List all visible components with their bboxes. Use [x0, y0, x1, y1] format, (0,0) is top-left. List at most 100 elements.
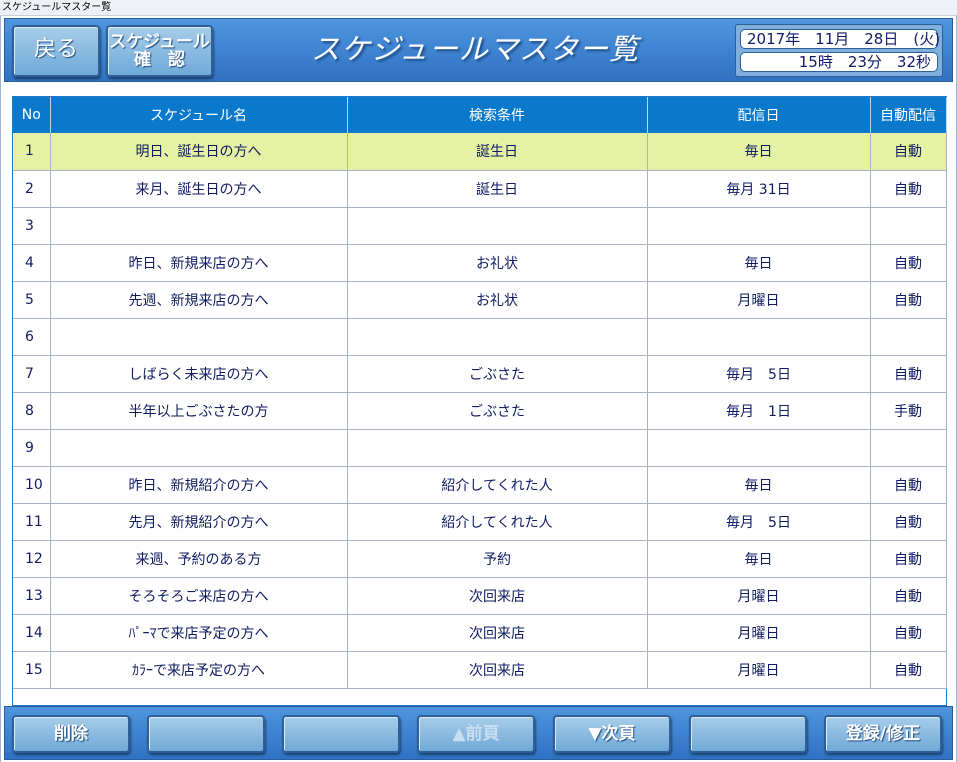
cell-search-condition: 次回来店 — [347, 614, 648, 652]
cell-schedule-name: そろそろご来店の方へ — [50, 577, 348, 615]
table-row[interactable]: 3 — [13, 207, 947, 245]
cell-schedule-name: しばらく未来店の方へ — [50, 355, 348, 393]
cell-auto-delivery: 自動 — [870, 355, 947, 393]
cell-no: 1 — [13, 133, 51, 171]
footer-button-blank-3[interactable] — [689, 715, 807, 753]
cell-delivery-date: 毎日 — [647, 133, 871, 171]
current-date: 2017年 11月 28日 (火) — [740, 29, 940, 49]
cell-search-condition: 誕生日 — [347, 170, 648, 208]
schedule-table-container: No スケジュール名 検索条件 配信日 自動配信 1 明日、誕生日の方へ 誕生日 毎日… — [12, 96, 947, 706]
delete-button[interactable]: 削除 — [12, 715, 130, 753]
cell-no: 8 — [13, 392, 51, 430]
table-row[interactable]: 6 — [13, 318, 947, 356]
cell-auto-delivery: 自動 — [870, 133, 947, 171]
current-time: 15時 23分 32秒 — [740, 52, 938, 72]
cell-auto-delivery — [870, 429, 947, 467]
cell-search-condition: 次回来店 — [347, 577, 648, 615]
cell-search-condition: 次回来店 — [347, 651, 648, 689]
cell-auto-delivery: 自動 — [870, 281, 947, 319]
cell-delivery-date: 毎日 — [647, 466, 871, 504]
table-row[interactable]: 1 明日、誕生日の方へ 誕生日 毎日 自動 — [13, 133, 947, 171]
cell-no: 5 — [13, 281, 51, 319]
header-bar: 戻る スケジュール 確 認 スケジュールマスター覧 2017年 11月 28日 … — [4, 18, 953, 82]
cell-search-condition — [347, 318, 648, 356]
cell-search-condition — [347, 429, 648, 467]
table-row[interactable]: 11 先月、新規紹介の方へ 紹介してくれた人 毎月 5日 自動 — [13, 503, 947, 541]
cell-delivery-date: 月曜日 — [647, 577, 871, 615]
cell-schedule-name: 半年以上ごぶさたの方 — [50, 392, 348, 430]
cell-auto-delivery: 自動 — [870, 540, 947, 578]
table-row[interactable]: 4 昨日、新規来店の方へ お礼状 毎日 自動 — [13, 244, 947, 282]
cell-delivery-date: 月曜日 — [647, 281, 871, 319]
prev-page-button[interactable]: ▲前頁 — [417, 715, 535, 753]
table-row[interactable]: 8 半年以上ごぶさたの方 ごぶさた 毎月 1日 手動 — [13, 392, 947, 430]
cell-delivery-date: 毎月 31日 — [647, 170, 871, 208]
next-page-button[interactable]: ▼次頁 — [553, 715, 671, 753]
cell-search-condition: ごぶさた — [347, 392, 648, 430]
cell-auto-delivery: 自動 — [870, 577, 947, 615]
cell-no: 4 — [13, 244, 51, 282]
cell-delivery-date — [647, 207, 871, 245]
page-title: スケジュールマスター覧 — [311, 32, 639, 66]
table-row[interactable]: 2 来月、誕生日の方へ 誕生日 毎月 31日 自動 — [13, 170, 947, 208]
cell-search-condition: 予約 — [347, 540, 648, 578]
column-header-search-condition: 検索条件 — [347, 97, 648, 133]
cell-schedule-name: ｶﾗｰで来店予定の方へ — [50, 651, 348, 689]
table-row[interactable]: 7 しばらく未来店の方へ ごぶさた 毎月 5日 自動 — [13, 355, 947, 393]
cell-delivery-date: 毎日 — [647, 540, 871, 578]
column-header-schedule-name: スケジュール名 — [50, 97, 348, 133]
cell-search-condition: ごぶさた — [347, 355, 648, 393]
cell-search-condition: 紹介してくれた人 — [347, 503, 648, 541]
cell-schedule-name — [50, 207, 348, 245]
cell-auto-delivery: 自動 — [870, 466, 947, 504]
cell-auto-delivery: 自動 — [870, 651, 947, 689]
cell-schedule-name: 来月、誕生日の方へ — [50, 170, 348, 208]
back-button[interactable]: 戻る — [12, 25, 100, 77]
schedule-confirm-label-line2: 確 認 — [134, 50, 185, 70]
cell-schedule-name: 先週、新規来店の方へ — [50, 281, 348, 319]
cell-no: 12 — [13, 540, 51, 578]
cell-delivery-date: 毎月 5日 — [647, 355, 871, 393]
footer-bar: 削除 ▲前頁 ▼次頁 登録/修正 — [4, 706, 953, 760]
cell-auto-delivery: 自動 — [870, 614, 947, 652]
cell-schedule-name: 来週、予約のある方 — [50, 540, 348, 578]
cell-no: 14 — [13, 614, 51, 652]
table-row[interactable]: 10 昨日、新規紹介の方へ 紹介してくれた人 毎日 自動 — [13, 466, 947, 504]
cell-auto-delivery — [870, 207, 947, 245]
cell-delivery-date — [647, 429, 871, 467]
column-header-no: No — [13, 97, 51, 133]
cell-auto-delivery: 自動 — [870, 503, 947, 541]
cell-no: 11 — [13, 503, 51, 541]
cell-search-condition — [347, 207, 648, 245]
column-header-delivery-date: 配信日 — [647, 97, 871, 133]
column-header-auto-delivery: 自動配信 — [870, 97, 947, 133]
table-header-row: No スケジュール名 検索条件 配信日 自動配信 — [13, 97, 947, 133]
cell-no: 2 — [13, 170, 51, 208]
window-title: スケジュールマスター覧 — [0, 0, 957, 16]
table-row[interactable]: 5 先週、新規来店の方へ お礼状 月曜日 自動 — [13, 281, 947, 319]
cell-delivery-date: 毎日 — [647, 244, 871, 282]
cell-schedule-name: 先月、新規紹介の方へ — [50, 503, 348, 541]
table-row[interactable]: 15 ｶﾗｰで来店予定の方へ 次回来店 月曜日 自動 — [13, 651, 947, 689]
cell-no: 3 — [13, 207, 51, 245]
cell-delivery-date: 月曜日 — [647, 614, 871, 652]
cell-delivery-date: 毎月 1日 — [647, 392, 871, 430]
schedule-confirm-label-line1: スケジュール — [109, 32, 210, 52]
table-row[interactable]: 14 ﾊﾟｰﾏで来店予定の方へ 次回来店 月曜日 自動 — [13, 614, 947, 652]
cell-no: 10 — [13, 466, 51, 504]
cell-no: 15 — [13, 651, 51, 689]
app-window: 戻る スケジュール 確 認 スケジュールマスター覧 2017年 11月 28日 … — [0, 16, 957, 762]
table-row[interactable]: 13 そろそろご来店の方へ 次回来店 月曜日 自動 — [13, 577, 947, 615]
cell-search-condition: 紹介してくれた人 — [347, 466, 648, 504]
cell-schedule-name: 昨日、新規来店の方へ — [50, 244, 348, 282]
schedule-confirm-button[interactable]: スケジュール 確 認 — [106, 25, 213, 77]
clock-panel: 2017年 11月 28日 (火) 15時 23分 32秒 — [735, 24, 943, 77]
table-row[interactable]: 12 来週、予約のある方 予約 毎日 自動 — [13, 540, 947, 578]
cell-search-condition: お礼状 — [347, 281, 648, 319]
cell-delivery-date: 月曜日 — [647, 651, 871, 689]
footer-button-blank-2[interactable] — [282, 715, 400, 753]
cell-no: 13 — [13, 577, 51, 615]
footer-button-blank-1[interactable] — [147, 715, 265, 753]
table-row[interactable]: 9 — [13, 429, 947, 467]
register-edit-button[interactable]: 登録/修正 — [824, 715, 942, 753]
